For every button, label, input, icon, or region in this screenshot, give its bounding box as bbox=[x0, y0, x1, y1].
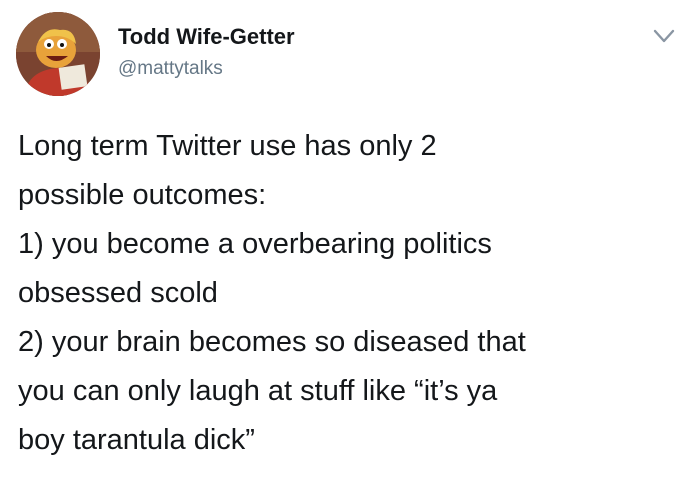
tweet-text: Long term Twitter use has only 2 possibl… bbox=[18, 130, 526, 456]
display-name[interactable]: Todd Wife-Getter bbox=[118, 24, 295, 50]
user-handle[interactable]: @mattytalks bbox=[118, 58, 223, 80]
tweet-menu-button[interactable] bbox=[650, 22, 678, 50]
tweet: Todd Wife-Getter @mattytalks Long term T… bbox=[0, 0, 700, 487]
chevron-down-icon bbox=[653, 29, 675, 43]
avatar[interactable] bbox=[16, 12, 100, 96]
muppet-avatar-icon bbox=[16, 12, 100, 96]
